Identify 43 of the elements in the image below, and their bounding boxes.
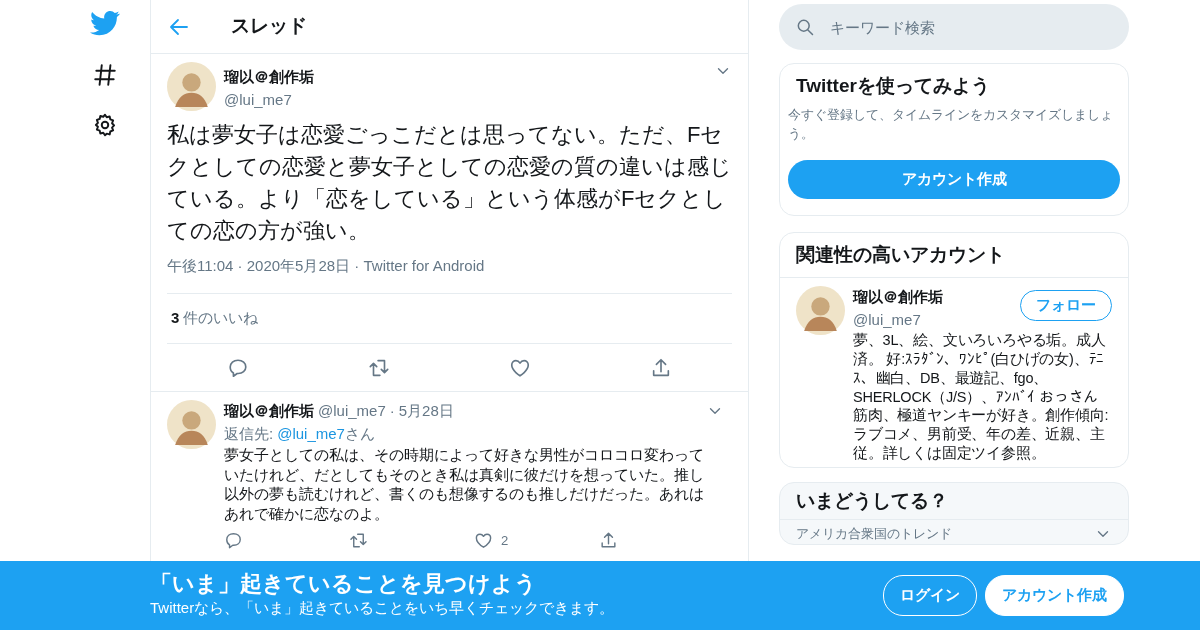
avatar[interactable]: [796, 286, 845, 335]
likes-count[interactable]: 3: [171, 307, 180, 330]
trend-context: アメリカ合衆国のトレンド: [796, 525, 952, 544]
card-title: いまどうしてる？: [780, 482, 1128, 521]
banner-title: 「いま」起きていることを見つけよう: [150, 571, 538, 598]
card-title: 関連性の高いアカウント: [780, 232, 1128, 278]
search-field[interactable]: キーワード検索: [779, 4, 1129, 50]
settings-icon[interactable]: [92, 112, 118, 138]
likes-label[interactable]: 件のいいね: [183, 307, 259, 330]
reply-text: 夢女子としての私は、その時期によって好きな男性がコロコロ変わっていたけれど、だとしてもそのとき私は真剣に彼だけを想っていた。推し以外の夢も読むけれど、書くのも想像するのも推しだけだった。あれはあれで確かに恋なのよ。: [224, 445, 705, 524]
reply-icon[interactable]: [224, 531, 243, 551]
twitter-logo-icon[interactable]: [90, 8, 120, 38]
account-name[interactable]: 瑠以＠創作垢: [853, 286, 943, 309]
retweet-icon[interactable]: [349, 531, 368, 551]
signup-button[interactable]: アカウント作成: [985, 575, 1124, 616]
separator-dot: ·: [389, 401, 395, 422]
page-title: スレッド: [231, 14, 307, 39]
reply-icon[interactable]: [226, 356, 249, 379]
banner-subtitle: Twitterなら、「いま」起きていることをいち早くチェックできます。: [150, 598, 616, 619]
avatar[interactable]: [167, 400, 216, 450]
user-name[interactable]: 瑠以＠創作垢: [224, 400, 314, 423]
tweet-date[interactable]: 5月28日: [398, 400, 702, 423]
reply-to-label: 返信先:: [224, 423, 274, 444]
hashtag-icon[interactable]: [92, 62, 118, 88]
mention-link[interactable]: @lui_me7: [277, 422, 345, 446]
login-button[interactable]: ログイン: [883, 575, 977, 616]
card-title: Twitterを使ってみよう: [795, 74, 991, 98]
tweet-meta: 午後11:04 · 2020年5月28日 · Twitter for Android: [167, 255, 486, 276]
search-icon: [795, 17, 815, 37]
avatar[interactable]: [167, 62, 216, 111]
user-handle[interactable]: @lui_me7: [318, 400, 386, 423]
account-bio: 夢、3L、絵、文いろいろやる垢。成人済。 好:ｽﾗﾀﾞﾝ、ﾜﾝﾋﾟ(白ひげの女)、ﾃﾆｽ、幽白、DB、最遊記、fgo、SHERLOCK（J/S）、ｱﾝﾊﾞｲ おっさん筋肉、極道ヤンキーが好き。創作傾向:ラブコメ、男前受、年の差、近親、主従。詳しくは固定ツイ参照。: [853, 331, 1110, 463]
like-count: 2: [501, 532, 509, 551]
follow-button[interactable]: フォロー: [1020, 290, 1112, 321]
account-handle[interactable]: @lui_me7: [853, 308, 943, 331]
card-description: 今すぐ登録して、タイムラインをカスタマイズしましょう。: [788, 105, 1114, 143]
mention-suffix: さん: [344, 423, 375, 444]
signup-button[interactable]: アカウント作成: [788, 159, 1120, 199]
user-handle[interactable]: @lui_me7: [224, 88, 706, 111]
share-icon[interactable]: [599, 531, 618, 551]
heart-icon[interactable]: [474, 531, 493, 551]
user-name[interactable]: 瑠以＠創作垢: [224, 66, 706, 89]
tweet-text: 私は夢女子は恋愛ごっこだとは思ってない。ただ、Fセクとしての恋愛と夢女子としての恋愛の質の違いは感じている。より「恋をしている」という体感がFセクとしての恋の方が強い。: [167, 121, 732, 245]
